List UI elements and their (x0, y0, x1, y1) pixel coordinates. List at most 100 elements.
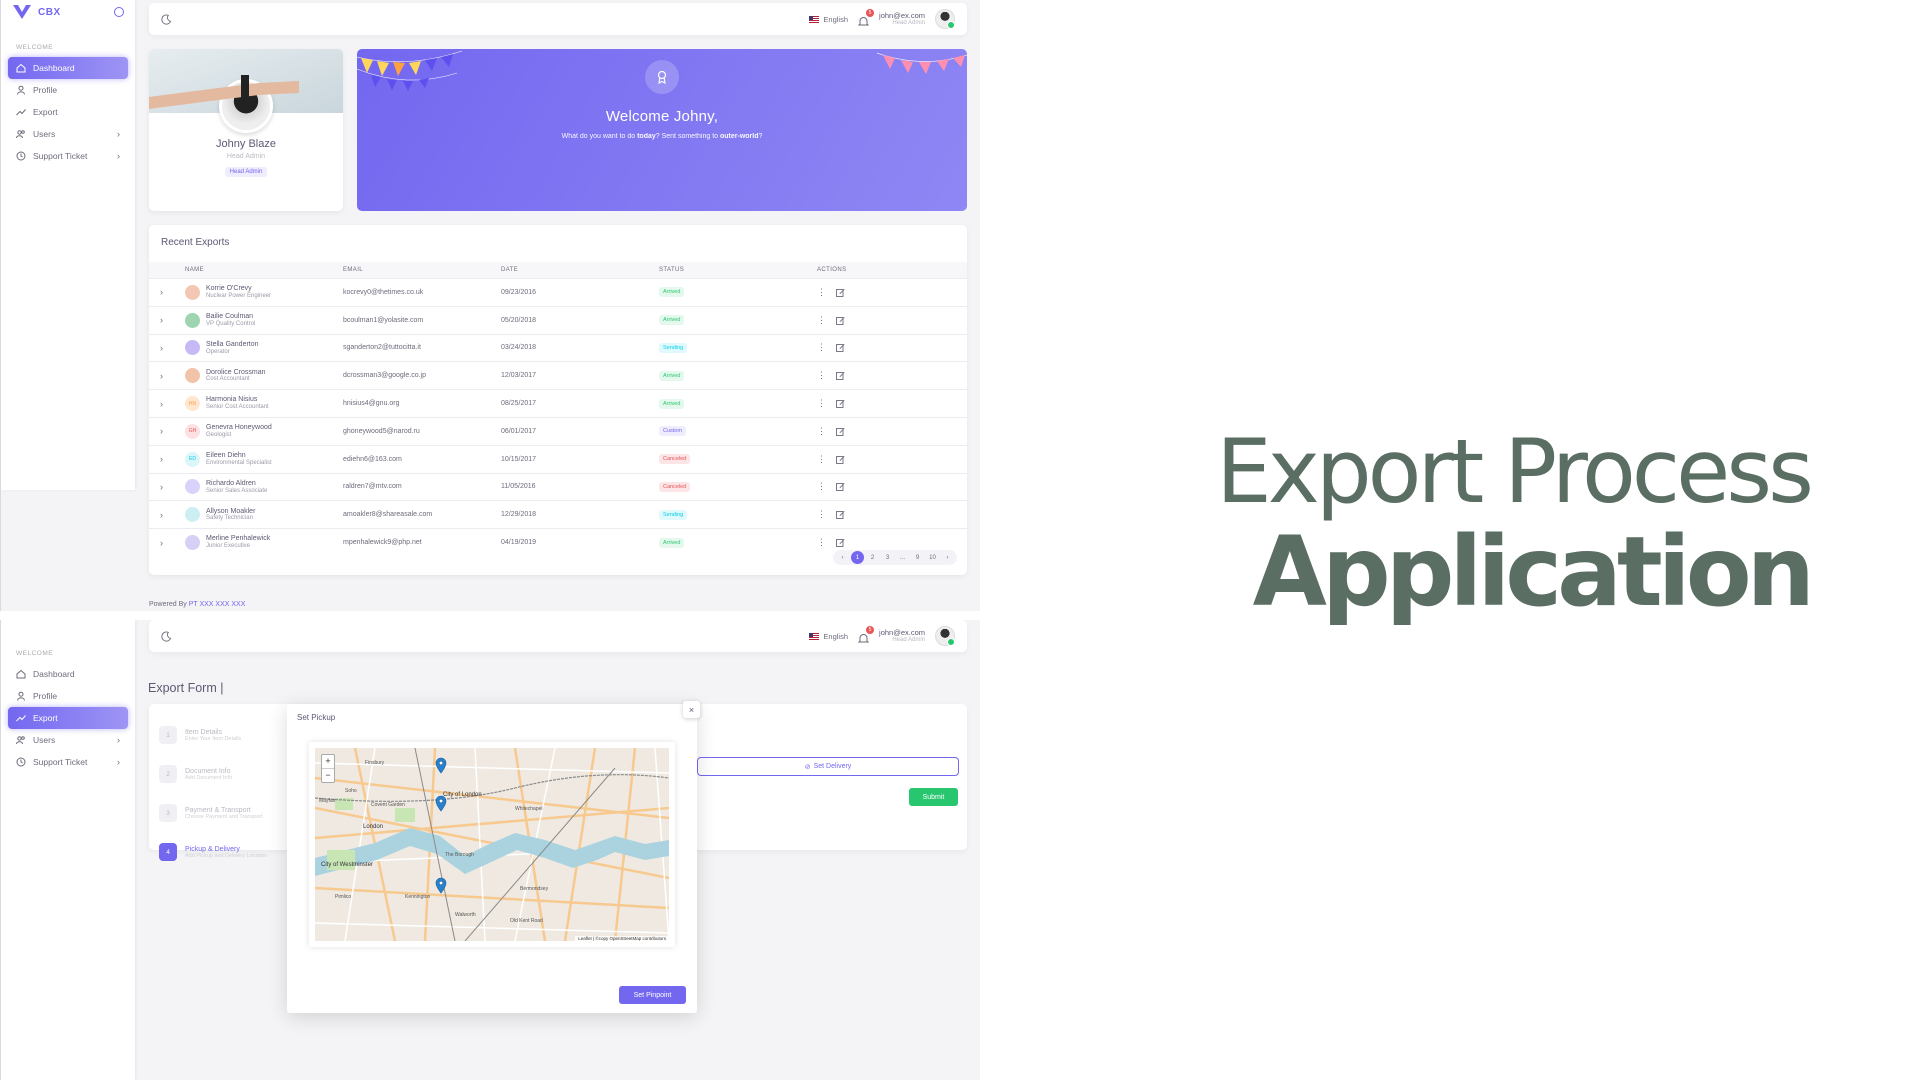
edit-icon[interactable] (836, 288, 845, 297)
sidebar-item-label: Profile (33, 691, 58, 701)
moon-icon[interactable] (161, 631, 172, 642)
sidebar-item-users[interactable]: Users › (8, 729, 128, 751)
pagination-page[interactable]: 2 (866, 551, 879, 564)
table-row[interactable]: › Dorolice Crossman Cost Accountant dcrossm… (149, 361, 967, 389)
table-row[interactable]: › Richardo Aldren Senior Sales Associate ra… (149, 472, 967, 501)
user-info[interactable]: john@ex.com Head Admin (879, 11, 925, 27)
edit-icon[interactable] (836, 510, 845, 520)
submit-button[interactable]: Submit (909, 788, 958, 806)
more-vertical-icon[interactable]: ⋮ (817, 481, 826, 492)
footer-company-link[interactable]: PT XXX XXX XXX (189, 601, 246, 608)
edit-icon[interactable] (836, 538, 845, 548)
chevron-right-icon[interactable]: › (149, 510, 185, 520)
more-vertical-icon[interactable]: ⋮ (817, 342, 826, 353)
moon-icon[interactable] (161, 14, 172, 25)
stepper-step-2[interactable]: 2 Document Info Add Document Info (159, 765, 232, 783)
person-name: Korrie O'Crevy (206, 285, 252, 293)
sidebar-item-export[interactable]: Export (8, 707, 128, 729)
zoom-in-button[interactable]: + (322, 755, 334, 769)
close-icon[interactable]: × (683, 701, 700, 718)
edit-icon[interactable] (836, 343, 845, 353)
chevron-right-icon[interactable]: › (149, 371, 185, 381)
chevron-right-icon[interactable]: › (149, 426, 185, 436)
edit-icon[interactable] (836, 427, 845, 436)
table-row[interactable]: › Stella Ganderton Operator sganderton2@tut… (149, 333, 967, 362)
user-info[interactable]: john@ex.com Head Admin (879, 628, 925, 644)
footer-prefix: Powered By (149, 601, 189, 608)
pagination-next-button[interactable]: › (941, 551, 954, 564)
stepper-step-4[interactable]: 4 Pickup & Delivery Add Pickup and Delive… (159, 843, 267, 861)
language-selector[interactable]: English (809, 15, 848, 24)
edit-icon[interactable] (836, 482, 845, 492)
more-vertical-icon[interactable]: ⋮ (817, 370, 826, 381)
chevron-right-icon[interactable]: › (149, 399, 185, 409)
step-subtitle: Add Document Info (185, 774, 233, 781)
sidebar-item-support-ticket[interactable]: Support Ticket › (8, 751, 128, 773)
sidebar-item-profile[interactable]: Profile (8, 79, 128, 101)
name-cell: Stella Ganderton Operator (185, 340, 343, 356)
table-row[interactable]: › Bailie Coulman VP Quality Control bcoulma… (149, 305, 967, 334)
step-number: 2 (159, 765, 177, 783)
sidebar-item-profile[interactable]: Profile (8, 685, 128, 707)
notifications-button[interactable]: 5 (857, 8, 875, 25)
table-row[interactable]: › Allyson Moakler Safety Technician amoakle… (149, 500, 967, 528)
pagination-page[interactable]: 9 (911, 551, 924, 564)
more-vertical-icon[interactable]: ⋮ (817, 426, 826, 437)
person-name: Eileen Diehn (206, 452, 246, 460)
table-row[interactable]: › ED Eileen Diehn Environmental Specialist e… (149, 444, 967, 473)
chevron-right-icon[interactable]: › (149, 343, 185, 353)
pagination-page[interactable]: 1 (851, 551, 864, 564)
language-selector[interactable]: English (809, 632, 848, 641)
pagination-page[interactable]: 10 (926, 551, 939, 564)
chevron-right-icon[interactable]: › (149, 315, 185, 325)
welcome-sub-part: ? (758, 133, 763, 140)
more-vertical-icon[interactable]: ⋮ (817, 537, 826, 548)
step-title: Pickup & Delivery (185, 845, 240, 853)
sidebar-item-export[interactable]: Export (8, 101, 128, 123)
name-cell: HN Harmonia Nisius Senior Cost Accountant (185, 396, 343, 412)
user-avatar[interactable] (935, 9, 955, 29)
brand[interactable]: CBX (1, 0, 135, 24)
set-pinpoint-button[interactable]: Set Pinpoint (619, 986, 686, 1004)
sidebar-item-dashboard[interactable]: Dashboard (8, 663, 128, 685)
chevron-right-icon[interactable]: › (149, 538, 185, 548)
sidebar-item-dashboard[interactable]: Dashboard (8, 57, 128, 79)
pagination-prev-button[interactable]: ‹ (836, 551, 849, 564)
sidebar-item-support-ticket[interactable]: Support Ticket › (8, 145, 128, 167)
map-label: City of London (443, 792, 482, 798)
nav-section-label: WELCOME (16, 650, 54, 657)
set-delivery-button[interactable]: ⊘ Set Delivery (697, 757, 959, 776)
more-vertical-icon[interactable]: ⋮ (817, 454, 826, 465)
map-attribution[interactable]: Leaflet | ©copy OpenStreetMap contributo… (575, 936, 669, 941)
map-label: Whitechapel (515, 806, 543, 812)
status-cell: Custom (659, 426, 817, 437)
status-badge: Arrived (659, 398, 685, 409)
status-cell: Canceled (659, 481, 817, 492)
sidebar-collapse-toggle[interactable] (114, 7, 124, 17)
table-row[interactable]: › GH Genevra Honeywood Geologist ghoneywood5… (149, 416, 967, 445)
pickup-map[interactable]: Finsbury City of London London The Borou… (309, 742, 675, 947)
stepper-step-3[interactable]: 3 Payment & Transport Choose Payment and … (159, 804, 263, 822)
edit-icon[interactable] (836, 371, 845, 381)
edit-icon[interactable] (836, 455, 845, 464)
more-vertical-icon[interactable]: ⋮ (817, 509, 826, 520)
stepper-step-1[interactable]: 1 Item Details Enter Your Item Details (159, 726, 241, 744)
table-row[interactable]: › Korrie O'Crevy Nuclear Power Engineer koc… (149, 278, 967, 306)
edit-icon[interactable] (836, 399, 845, 409)
chevron-right-icon[interactable]: › (149, 454, 185, 464)
user-avatar[interactable] (935, 626, 955, 646)
zoom-out-button[interactable]: − (325, 770, 330, 780)
sidebar-item-users[interactable]: Users › (8, 123, 128, 145)
edit-icon[interactable] (836, 316, 845, 325)
person-role: Nuclear Power Engineer (206, 292, 272, 299)
more-vertical-icon[interactable]: ⋮ (817, 315, 826, 326)
chevron-right-icon[interactable]: › (149, 482, 185, 492)
more-vertical-icon[interactable]: ⋮ (817, 398, 826, 409)
notifications-button[interactable]: 5 (857, 625, 875, 642)
more-vertical-icon[interactable]: ⋮ (817, 287, 826, 298)
chevron-right-icon[interactable]: › (149, 287, 185, 297)
profile-name: Johny Blaze (216, 138, 276, 150)
table-row[interactable]: › HN Harmonia Nisius Senior Cost Accountant… (149, 389, 967, 417)
pagination-page[interactable]: 3 (881, 551, 894, 564)
avatar (185, 507, 200, 523)
